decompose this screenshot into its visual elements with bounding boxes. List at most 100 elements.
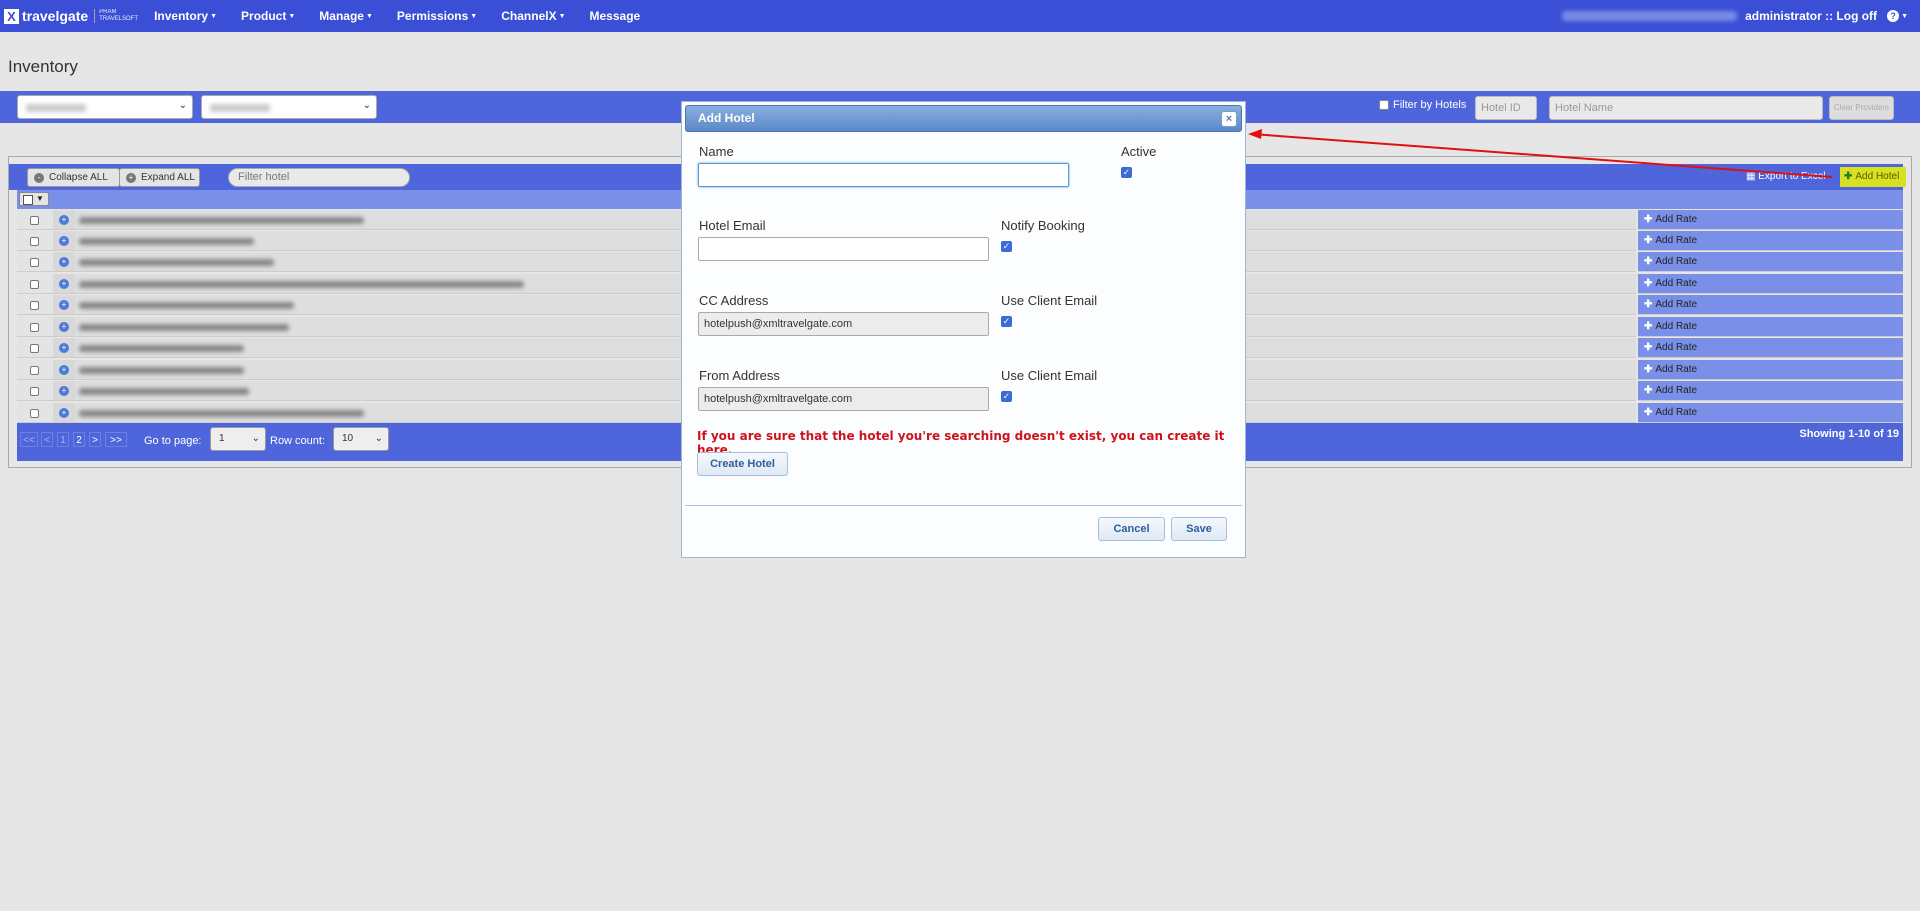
showing-count: Showing 1-10 of 19: [1799, 428, 1899, 440]
page-1-button[interactable]: 1: [57, 432, 69, 447]
hotel-name-input[interactable]: Hotel Name: [1549, 96, 1823, 120]
export-to-excel-link[interactable]: ▦ Export to Excel: [1746, 171, 1826, 182]
blurred-hotel-name: [79, 259, 274, 266]
question-icon[interactable]: ?: [1887, 10, 1900, 22]
filter-by-hotels[interactable]: Filter by Hotels: [1379, 99, 1466, 111]
save-button[interactable]: Save: [1171, 517, 1227, 541]
expand-row-icon[interactable]: +: [59, 365, 69, 375]
expand-row-icon[interactable]: +: [59, 322, 69, 332]
expand-row-icon[interactable]: +: [59, 300, 69, 310]
first-page-button[interactable]: <<: [20, 432, 38, 447]
collapse-icon: -: [34, 173, 44, 183]
use-client-email-label: Use Client Email: [1001, 293, 1098, 308]
notify-booking-checkbox[interactable]: ✓: [1001, 241, 1012, 252]
logoff-link[interactable]: administrator :: Log off: [1745, 9, 1877, 23]
close-icon[interactable]: ×: [1221, 111, 1237, 127]
nav-product-label: Product: [241, 9, 287, 23]
brand-name: travelgate: [22, 8, 89, 24]
select-all-dropdown[interactable]: ▼: [19, 192, 49, 206]
expand-row-icon[interactable]: +: [59, 236, 69, 246]
caret-down-icon: ▼: [210, 13, 218, 21]
brand-logo[interactable]: X travelgate PRAM TRAVELSOFT: [4, 0, 138, 32]
row-checkbox[interactable]: [30, 216, 39, 225]
add-rate-button[interactable]: ✚ Add Rate: [1638, 295, 1903, 315]
expand-row-icon[interactable]: +: [59, 386, 69, 396]
dialog-title: Add Hotel: [698, 111, 755, 125]
add-hotel-button[interactable]: ✚ Add Hotel: [1840, 167, 1906, 187]
filter-by-hotels-checkbox[interactable]: [1379, 100, 1389, 110]
add-rate-button[interactable]: ✚ Add Rate: [1638, 252, 1903, 272]
export-label: Export to Excel: [1758, 171, 1826, 182]
hotel-id-input[interactable]: Hotel ID: [1475, 96, 1537, 120]
row-expand-cell: +: [53, 338, 75, 358]
row-checkbox[interactable]: [30, 301, 39, 310]
nav-channelx-label: ChannelX: [501, 9, 557, 23]
expand-row-icon[interactable]: +: [59, 279, 69, 289]
prev-page-button[interactable]: <: [41, 432, 53, 447]
cc-address-input[interactable]: hotelpush@xmltravelgate.com: [698, 312, 989, 336]
add-rate-button[interactable]: ✚ Add Rate: [1638, 317, 1903, 337]
create-hotel-button[interactable]: Create Hotel: [697, 452, 788, 476]
dialog-footer-divider: [685, 505, 1242, 506]
add-rate-button[interactable]: ✚ Add Rate: [1638, 360, 1903, 380]
nav-channelx[interactable]: ChannelX ▼: [501, 9, 565, 23]
from-address-input[interactable]: hotelpush@xmltravelgate.com: [698, 387, 989, 411]
expand-row-icon[interactable]: +: [59, 343, 69, 353]
add-rate-button[interactable]: ✚ Add Rate: [1638, 381, 1903, 401]
last-page-button[interactable]: >>: [105, 432, 127, 447]
cancel-button[interactable]: Cancel: [1098, 517, 1165, 541]
blurred-hotel-name: [79, 217, 364, 224]
add-rate-button[interactable]: ✚ Add Rate: [1638, 338, 1903, 358]
hotel-email-input[interactable]: [698, 237, 989, 261]
clear-providers-button[interactable]: Clear Providers: [1829, 96, 1894, 120]
expand-row-icon[interactable]: +: [59, 257, 69, 267]
filter-hotel-input[interactable]: Filter hotel: [228, 168, 410, 187]
next-page-button[interactable]: >: [89, 432, 101, 447]
hotel-email-label: Hotel Email: [699, 218, 766, 233]
nav-message[interactable]: Message: [590, 9, 641, 23]
blurred-hotel-name: [79, 345, 244, 352]
expand-row-icon[interactable]: +: [59, 408, 69, 418]
row-checkbox[interactable]: [30, 237, 39, 246]
expand-all-label: Expand ALL: [141, 172, 195, 183]
row-checkbox[interactable]: [30, 344, 39, 353]
add-rate-label: Add Rate: [1655, 321, 1698, 332]
expand-all-button[interactable]: + Expand ALL: [119, 168, 200, 187]
row-checkbox[interactable]: [30, 280, 39, 289]
add-rate-button[interactable]: ✚ Add Rate: [1638, 210, 1903, 230]
add-rate-button[interactable]: ✚ Add Rate: [1638, 274, 1903, 294]
organization-select[interactable]: ⌄: [17, 95, 193, 119]
row-checkbox[interactable]: [30, 323, 39, 332]
add-rate-label: Add Rate: [1655, 278, 1698, 289]
name-input[interactable]: [698, 163, 1069, 187]
go-to-page-select[interactable]: 1 ⌄: [210, 427, 266, 451]
expand-row-icon[interactable]: +: [59, 215, 69, 225]
row-checkbox[interactable]: [30, 258, 39, 267]
plus-icon: ✚: [1644, 214, 1653, 225]
add-rate-button[interactable]: ✚ Add Rate: [1638, 403, 1903, 423]
filter-by-hotels-label: Filter by Hotels: [1393, 99, 1467, 111]
nav-inventory[interactable]: Inventory ▼: [154, 9, 217, 23]
row-checkbox[interactable]: [30, 387, 39, 396]
chevron-down-icon: ⌄: [374, 433, 383, 444]
row-checkbox[interactable]: [30, 409, 39, 418]
row-select-cell: [17, 317, 53, 337]
blurred-user-email: [1562, 11, 1738, 21]
page-2-button[interactable]: 2: [73, 432, 85, 447]
add-rate-label: Add Rate: [1655, 364, 1698, 375]
use-client-email-checkbox-2[interactable]: ✓: [1001, 391, 1012, 402]
chevron-down-icon: ⌄: [251, 433, 260, 444]
use-client-email-checkbox[interactable]: ✓: [1001, 316, 1012, 327]
active-checkbox[interactable]: ✓: [1121, 167, 1132, 178]
add-rate-button[interactable]: ✚ Add Rate: [1638, 231, 1903, 251]
nav-product[interactable]: Product ▼: [241, 9, 295, 23]
provider-select[interactable]: ⌄: [201, 95, 377, 119]
collapse-all-button[interactable]: - Collapse ALL: [27, 168, 120, 187]
plus-icon: ✚: [1644, 299, 1653, 310]
nav-permissions[interactable]: Permissions ▼: [397, 9, 477, 23]
row-count-select[interactable]: 10 ⌄: [333, 427, 389, 451]
brand-sub-line-1: PRAM: [99, 9, 117, 15]
nav-manage[interactable]: Manage ▼: [319, 9, 373, 23]
row-checkbox[interactable]: [30, 366, 39, 375]
add-rate-label: Add Rate: [1655, 235, 1698, 246]
